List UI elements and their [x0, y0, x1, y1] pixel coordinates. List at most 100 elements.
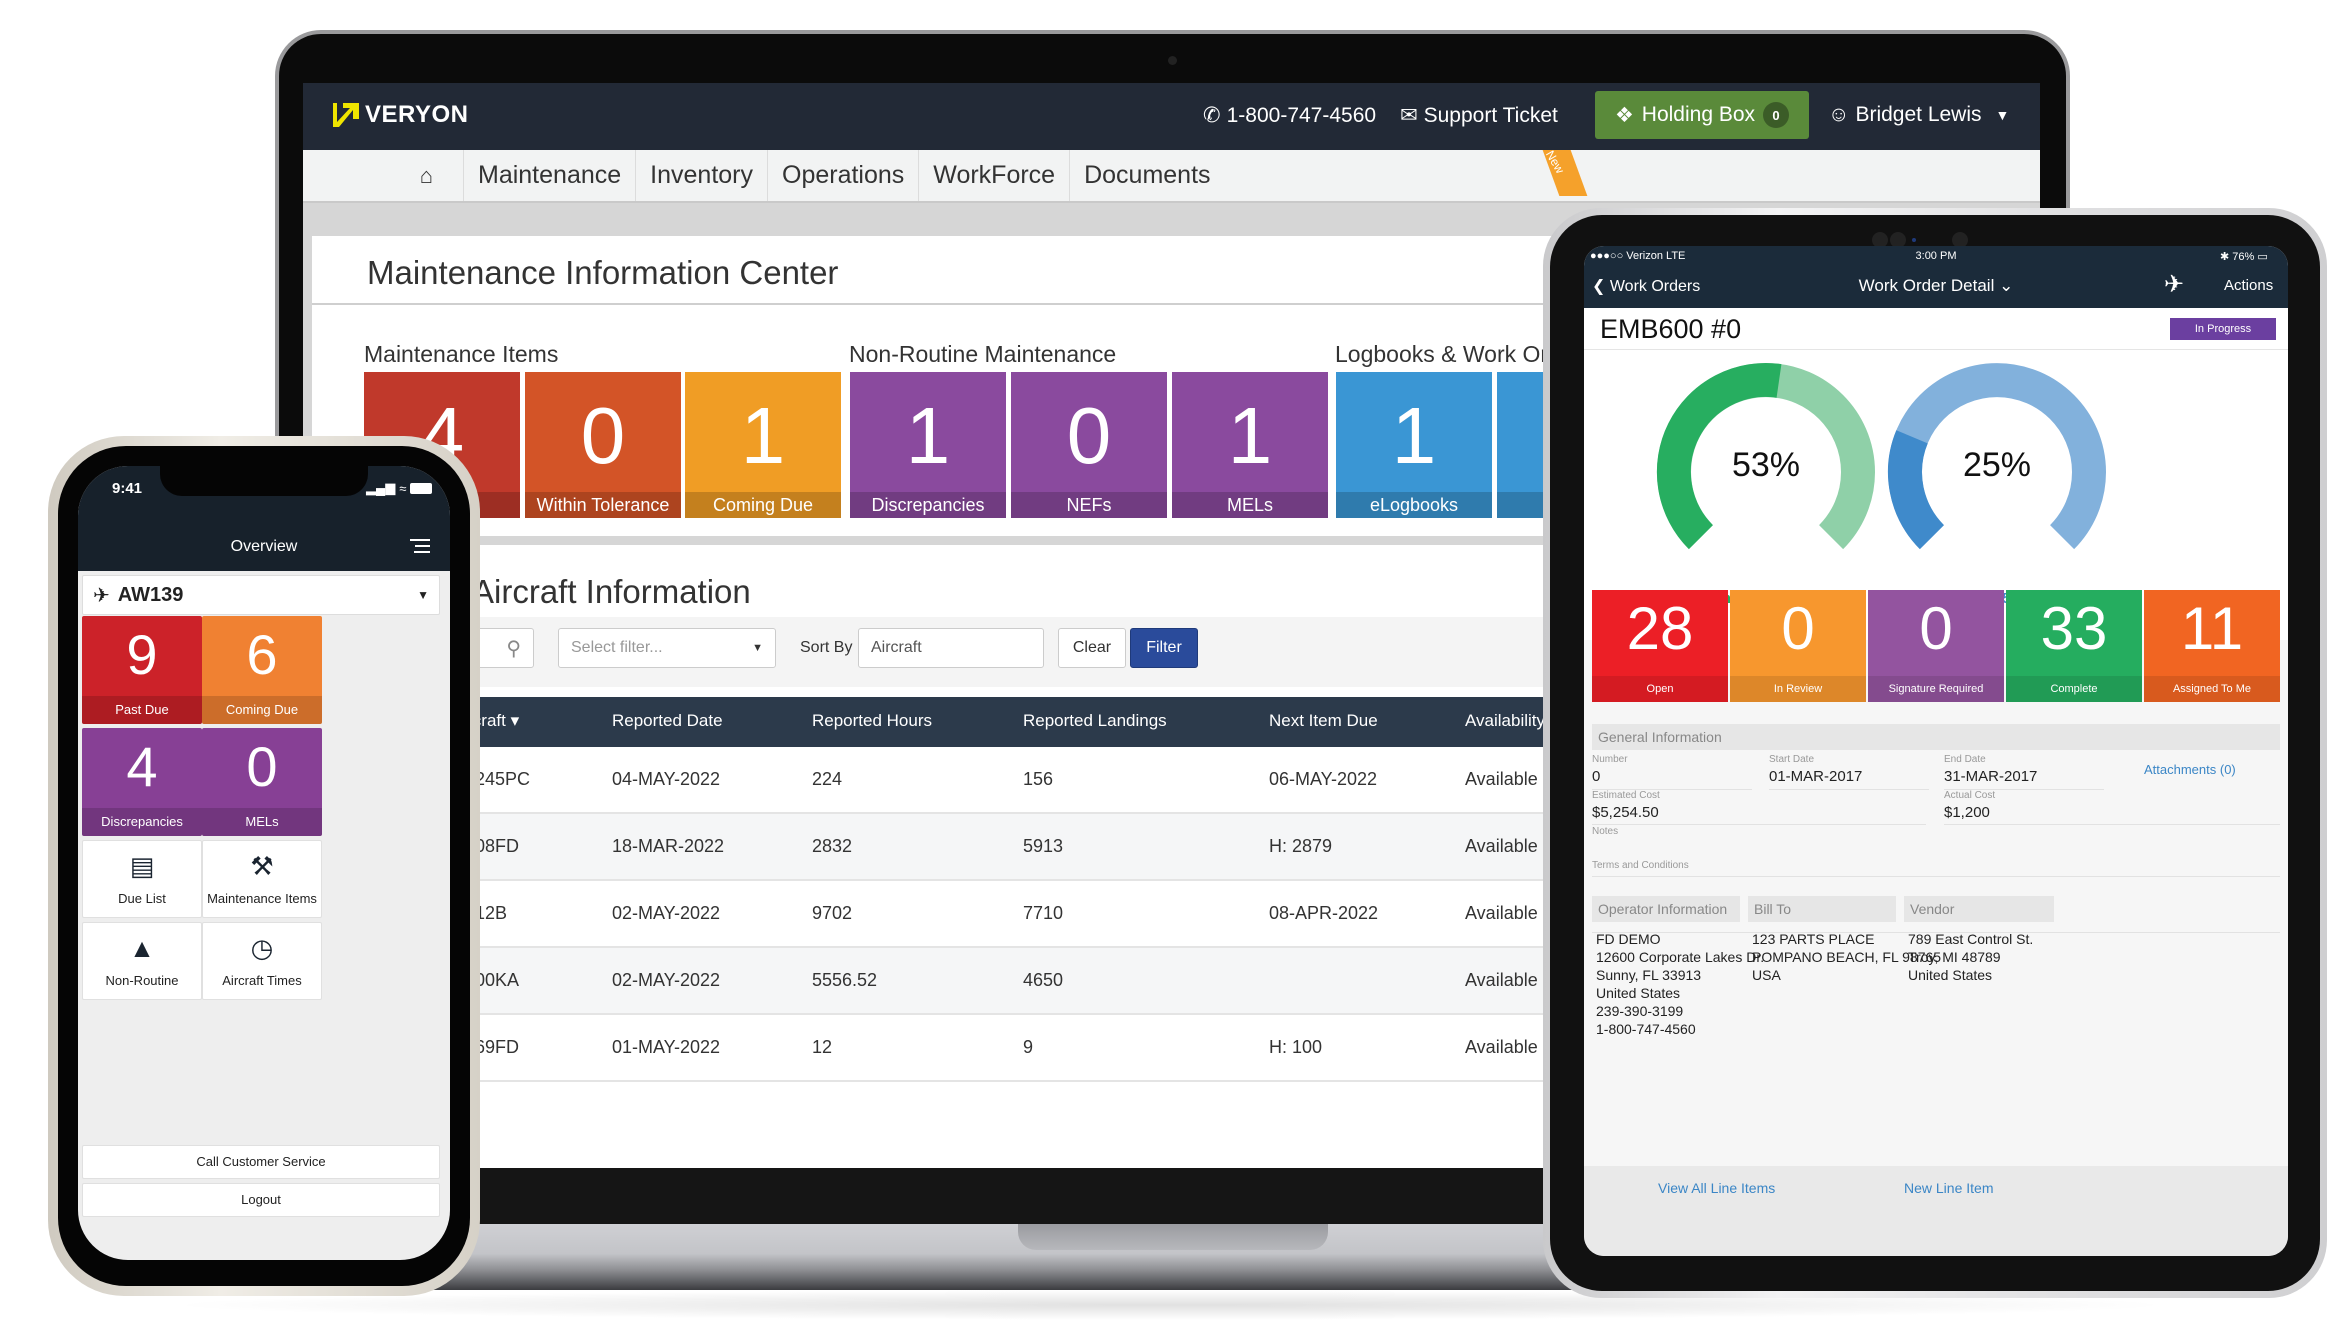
- phone-number: 1-800-747-4560: [1226, 103, 1377, 127]
- tile-count: 28: [1626, 595, 1694, 662]
- work-order-status-tile[interactable]: 33 Complete: [2006, 590, 2142, 702]
- phone-status-tile[interactable]: 6 Coming Due: [202, 616, 322, 724]
- phone-nav-button[interactable]: ▲ Non-Routine: [82, 922, 202, 1000]
- caret-down-icon: ▼: [752, 642, 763, 654]
- view-all-line-items-link[interactable]: View All Line Items: [1658, 1180, 1775, 1196]
- support-ticket-link[interactable]: ✉ Support Ticket: [1400, 103, 1558, 128]
- filter-button[interactable]: Filter: [1130, 628, 1198, 668]
- cell-availability: Available: [1465, 903, 1538, 923]
- work-order-status-tile[interactable]: 0 Signature Required: [1868, 590, 2004, 702]
- work-order-status-tile[interactable]: 0 In Review: [1730, 590, 1866, 702]
- app-header: VERYON ✆ 1-800-747-4560 ✉ Support Ticket…: [303, 83, 2040, 150]
- phone-nav-button[interactable]: ⚒ Maintenance Items: [202, 840, 322, 918]
- tile-label: MELs: [202, 808, 322, 836]
- work-order-status-tile[interactable]: 11 Assigned To Me: [2144, 590, 2280, 702]
- column-header-availability[interactable]: Availability: [1465, 711, 1545, 731]
- phone-status-tile[interactable]: 9 Past Due: [82, 616, 202, 724]
- operator-heading: Operator Information: [1592, 896, 1740, 922]
- nav-inventory[interactable]: Inventory: [635, 150, 767, 201]
- nav-documents[interactable]: Documents: [1069, 150, 1224, 201]
- aircraft-select[interactable]: ✈ AW139 ▼: [82, 575, 440, 615]
- status-tile[interactable]: 1 MELs: [1172, 372, 1328, 518]
- gauge-percent: 53%: [1731, 446, 1801, 484]
- tile-label: Complete: [2006, 676, 2142, 702]
- section-maintenance-items: Maintenance Items: [364, 341, 559, 367]
- column-header-reported-date[interactable]: Reported Date: [612, 711, 723, 731]
- cell-reported-hours: 5556.52: [812, 970, 878, 990]
- airplane-icon[interactable]: ✈: [2164, 270, 2184, 299]
- column-header-reported-landings[interactable]: Reported Landings: [1023, 711, 1167, 731]
- tile-count: 0: [246, 735, 278, 798]
- tile-count: 1: [1227, 391, 1273, 480]
- call-customer-service-button[interactable]: Call Customer Service: [82, 1145, 440, 1179]
- phone-notch: [160, 466, 368, 496]
- cell-reported-landings: 7710: [1023, 903, 1064, 923]
- clear-button[interactable]: Clear: [1058, 628, 1126, 668]
- actions-button[interactable]: Actions: [2224, 277, 2273, 294]
- actual-cost-label: Actual Cost: [1944, 790, 1996, 801]
- user-menu[interactable]: ☺ Bridget Lewis ▼: [1828, 103, 2009, 127]
- phone-icon: ✆: [1203, 104, 1221, 127]
- terms-label: Terms and Conditions: [1592, 860, 1689, 871]
- phone-status-tile[interactable]: 4 Discrepancies: [82, 728, 202, 836]
- hamburger-menu-icon[interactable]: [410, 538, 430, 554]
- filter-select[interactable]: Select filter... ▼: [558, 628, 776, 668]
- battery-icon: [410, 482, 433, 494]
- tile-count: 1: [905, 391, 951, 480]
- tile-count: 0: [1066, 391, 1112, 480]
- tile-label: Discrepancies: [82, 808, 202, 836]
- nav-maintenance[interactable]: Maintenance: [463, 150, 635, 201]
- phone-nav-button[interactable]: ◷ Aircraft Times: [202, 922, 322, 1000]
- tile-count: 1: [1391, 391, 1437, 480]
- phone-nav-button[interactable]: ▤ Due List: [82, 840, 202, 918]
- status-tile[interactable]: 0 Within Tolerance: [525, 372, 681, 518]
- end-date-label: End Date: [1944, 754, 1986, 765]
- work-order-id: EMB600 #0: [1600, 314, 1742, 344]
- actual-cost-value: $1,200: [1944, 804, 1990, 821]
- envelope-icon: ✉: [1400, 104, 1418, 127]
- divider: [1944, 824, 2280, 825]
- cell-reported-landings: 5913: [1023, 836, 1064, 856]
- veryon-logo[interactable]: VERYON: [331, 101, 468, 129]
- work-order-header: EMB600 #0 In Progress: [1584, 308, 2288, 350]
- column-header-next-item-due[interactable]: Next Item Due: [1269, 711, 1378, 731]
- phone-status-tile[interactable]: 0 MELs: [202, 728, 322, 836]
- aircraft-value: AW139: [117, 583, 184, 606]
- cell-reported-date: 04-MAY-2022: [612, 769, 721, 789]
- holding-box-count-badge: 0: [1763, 102, 1790, 128]
- phone-link[interactable]: ✆ 1-800-747-4560: [1203, 103, 1376, 128]
- clock-icon: ◷: [250, 933, 274, 963]
- page-title: Maintenance Information Center: [367, 254, 839, 291]
- gauge-percent: 25%: [1962, 446, 2032, 484]
- nav-workforce[interactable]: WorkForce: [918, 150, 1069, 201]
- dropbox-icon: ❖: [1614, 103, 1634, 127]
- button-label: Non-Routine: [105, 973, 179, 988]
- holding-box-label: Holding Box: [1641, 103, 1756, 126]
- attachments-link[interactable]: Attachments (0): [2144, 762, 2236, 777]
- phone-title: Overview: [230, 538, 298, 555]
- status-tile[interactable]: 0 NEFs: [1011, 372, 1167, 518]
- completion-gauge: 53% Completed 33 / 62: [1646, 360, 1886, 607]
- cell-reported-hours: 2832: [812, 836, 853, 856]
- section-logbooks: Logbooks & Work Or: [1335, 341, 1549, 367]
- tile-count: 0: [1919, 595, 1953, 662]
- status-tile[interactable]: 1 eLogbooks: [1336, 372, 1492, 518]
- cell-reported-hours: 9702: [812, 903, 853, 923]
- nav-operations[interactable]: Operations: [767, 150, 918, 201]
- sort-by-input[interactable]: Aircraft: [858, 628, 1044, 668]
- column-header-reported-hours[interactable]: Reported Hours: [812, 711, 932, 731]
- status-tile[interactable]: 1 Coming Due: [685, 372, 841, 518]
- work-order-status-tile[interactable]: 28 Open: [1592, 590, 1728, 702]
- operator-address: FD DEMO 12600 Corporate Lakes Dr. Sunny,…: [1596, 931, 1765, 1037]
- nav-home[interactable]: ⌂: [303, 150, 463, 201]
- tile-count: 33: [2040, 595, 2108, 662]
- holding-box-button[interactable]: ❖ Holding Box 0: [1595, 91, 1809, 139]
- tile-count: 1: [740, 391, 786, 480]
- status-tile[interactable]: 1 Discrepancies: [850, 372, 1006, 518]
- new-line-item-link[interactable]: New Line Item: [1904, 1180, 1993, 1196]
- logout-button[interactable]: Logout: [82, 1183, 440, 1217]
- notes-label: Notes: [1592, 826, 1619, 837]
- airplane-icon: ✈: [93, 584, 110, 607]
- tile-label: MELs: [1172, 492, 1328, 518]
- estimated-cost-label: Estimated Cost: [1592, 790, 1660, 801]
